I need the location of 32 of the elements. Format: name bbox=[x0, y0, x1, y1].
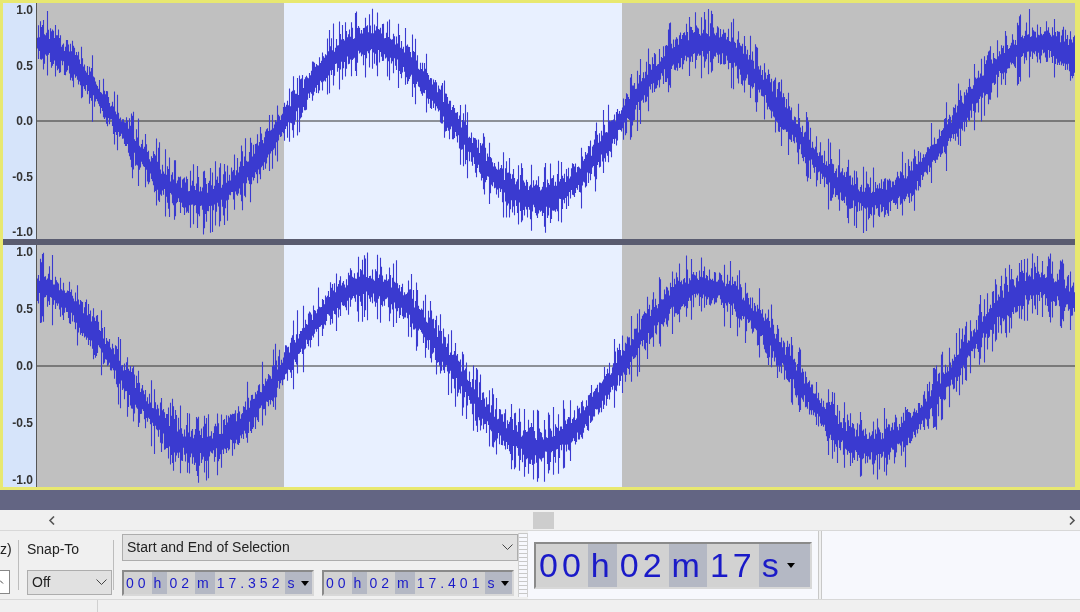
axis-label: -0.5 bbox=[12, 416, 33, 430]
axis-label: -1.0 bbox=[12, 473, 33, 487]
snap-to-dropdown[interactable]: Off bbox=[27, 570, 112, 595]
time-digits: 00 bbox=[124, 572, 152, 594]
axis-label: 0.0 bbox=[16, 114, 33, 128]
axis-label: 0.0 bbox=[16, 359, 33, 373]
time-digits: 02 bbox=[167, 572, 195, 594]
time-digits: 00 bbox=[324, 572, 352, 594]
dropdown-arrow-icon[interactable] bbox=[301, 580, 310, 586]
toolbar-label: z) bbox=[0, 540, 13, 558]
time-display[interactable]: 00 h 02 m 17 s bbox=[534, 541, 812, 589]
scrollbar-thumb[interactable] bbox=[533, 512, 554, 529]
axis-label: 1.0 bbox=[16, 245, 33, 259]
snap-to-label: Snap-To bbox=[27, 540, 81, 558]
dropdown-arrow-icon[interactable] bbox=[786, 562, 795, 568]
dropdown[interactable] bbox=[0, 570, 10, 594]
time-digits: 02 bbox=[367, 572, 395, 594]
toolbar-grip[interactable] bbox=[518, 533, 528, 597]
end-time-field[interactable]: 00 h 02 m 17.401 s bbox=[322, 570, 514, 596]
axis-label: 1.0 bbox=[16, 3, 33, 17]
time-digits: 00 bbox=[536, 543, 588, 587]
axis-label: -0.5 bbox=[12, 169, 33, 184]
start-time-field[interactable]: 00 h 02 m 17.352 s bbox=[122, 570, 314, 596]
time-digits: 17.401 bbox=[414, 572, 486, 594]
dropdown-arrow-icon[interactable] bbox=[501, 580, 510, 586]
selection-mode-dropdown[interactable]: Start and End of Selection bbox=[122, 534, 518, 561]
time-digits: 02 bbox=[616, 543, 669, 587]
axis-label: 0.5 bbox=[16, 302, 33, 316]
axis-label: 0.5 bbox=[16, 58, 33, 73]
axis-label: -1.0 bbox=[12, 225, 33, 239]
time-digits: 17.352 bbox=[214, 572, 286, 594]
time-digits: 17 bbox=[706, 543, 759, 587]
